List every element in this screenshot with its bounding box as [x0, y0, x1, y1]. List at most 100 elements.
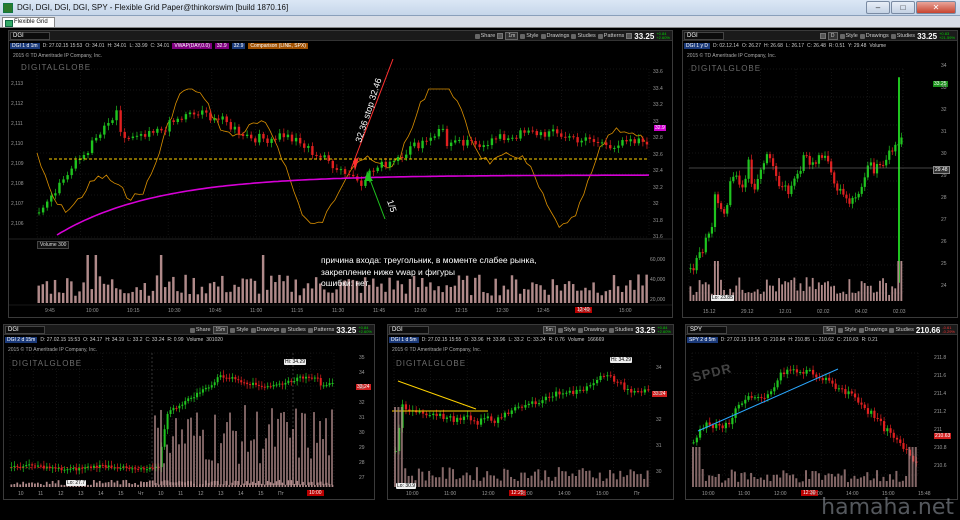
- minimize-button[interactable]: –: [866, 1, 890, 14]
- main-volume-bar: [327, 292, 329, 303]
- spy-volume-bar: [915, 447, 917, 487]
- m5-volume-bar: [507, 470, 509, 487]
- spy-volume-bar: [757, 479, 759, 487]
- m15-price-chart[interactable]: [4, 325, 375, 500]
- m15-candle: [63, 470, 65, 471]
- axis-tick-label: 2,108: [11, 181, 24, 187]
- m5-price-chart[interactable]: [388, 325, 674, 500]
- m15-candle: [308, 377, 310, 378]
- daily-candle: [876, 164, 878, 173]
- spy-candle: [828, 378, 830, 381]
- daily-candle: [790, 186, 792, 194]
- daily-candle: [757, 179, 759, 190]
- spy-candle: [725, 423, 727, 428]
- m5-volume-bar: [643, 479, 645, 487]
- main-volume-bar: [201, 287, 203, 303]
- m5-volume-bar: [445, 479, 447, 487]
- m5-volume-bar: [476, 467, 478, 487]
- spy-volume-bar: [850, 479, 852, 487]
- daily-volume-bar: [790, 280, 792, 301]
- time-cursor-label: 10:00: [307, 490, 324, 496]
- main-candle: [425, 141, 427, 142]
- daily-volume-bar: [803, 291, 805, 301]
- axis-tick-label: 12.01: [779, 309, 792, 315]
- axis-tick-label: 30: [359, 430, 365, 436]
- main-volume-bar: [229, 292, 231, 303]
- daily-price-chart[interactable]: [683, 31, 958, 318]
- spy-candle: [815, 374, 817, 377]
- m15-volume-bar: [11, 484, 13, 487]
- daily-candle: [689, 268, 691, 269]
- axis-tick-label: 211.8: [934, 355, 946, 361]
- m5-volume-bar: [616, 479, 618, 487]
- tab-flexible-grid[interactable]: Flexible Grid: [2, 17, 55, 27]
- daily-candle: [799, 171, 801, 174]
- m15-volume-bar: [220, 443, 222, 485]
- main-candle: [58, 183, 60, 194]
- m15-volume-bar: [25, 484, 27, 487]
- daily-volume-bar: [827, 281, 829, 301]
- m15-volume-bar: [314, 485, 316, 487]
- main-volume-bar: [135, 287, 137, 303]
- m15-volume-bar: [108, 482, 110, 487]
- m5-volume-bar: [418, 469, 420, 487]
- main-candle: [193, 113, 195, 115]
- daily-candle: [796, 174, 798, 179]
- m15-volume-bar: [58, 480, 60, 487]
- main-volume-bar: [172, 277, 174, 303]
- m15-volume-bar: [262, 449, 264, 485]
- axis-tick-label: 15: [118, 491, 124, 497]
- m5-candle: [630, 389, 632, 393]
- axis-tick-label: 9:45: [45, 308, 55, 314]
- m15-candle: [72, 468, 74, 469]
- m5-volume-bar: [486, 471, 488, 487]
- main-candle: [499, 134, 501, 139]
- spy-price-chart[interactable]: [686, 325, 958, 500]
- m15-candle: [31, 464, 33, 465]
- m5-volume-bar: [479, 481, 481, 487]
- m15-volume-bar: [259, 463, 261, 485]
- main-volume-bar: [584, 288, 586, 303]
- main-volume-bar: [62, 293, 64, 303]
- m5-candle: [565, 393, 567, 394]
- main-candle: [291, 135, 293, 142]
- axis-tick-label: 31.8: [653, 218, 663, 224]
- axis-tick-label: 211.6: [934, 373, 946, 379]
- daily-candle: [717, 194, 719, 203]
- m5-volume-bar: [401, 407, 403, 487]
- maximize-button[interactable]: □: [891, 1, 915, 14]
- grid-tab-bar: Flexible Grid: [0, 16, 960, 28]
- m15-volume-bar: [307, 448, 309, 485]
- m15-volume-bar: [305, 485, 307, 487]
- main-candle: [564, 137, 566, 138]
- m5-volume-bar: [421, 472, 423, 487]
- close-button[interactable]: ✕: [916, 1, 956, 14]
- m15-candle: [131, 468, 133, 469]
- main-volume-bar: [180, 293, 182, 303]
- m15-candle: [152, 468, 154, 469]
- main-candle: [352, 175, 354, 176]
- daily-candle: [738, 176, 740, 185]
- main-candle: [625, 140, 627, 141]
- m5-volume-bar: [636, 474, 638, 487]
- main-candle: [381, 162, 383, 168]
- m15-volume-bar: [122, 480, 124, 487]
- main-candle: [258, 134, 260, 143]
- main-candle: [646, 142, 648, 145]
- spy-volume-bar: [895, 471, 897, 487]
- main-candle: [111, 120, 113, 123]
- daily-candle: [867, 166, 869, 178]
- daily-volume-bar: [879, 281, 881, 301]
- main-volume-bar: [295, 280, 297, 303]
- daily-volume-bar: [781, 284, 783, 301]
- m15-candle: [140, 468, 142, 469]
- main-candle: [332, 161, 334, 168]
- spy-volume-bar: [879, 481, 881, 487]
- m5-volume-bar: [565, 471, 567, 487]
- daily-candle: [748, 160, 750, 179]
- axis-tick-label: 12:00: [774, 491, 787, 497]
- m15-candle: [246, 383, 248, 384]
- m15-volume-bar: [184, 444, 186, 485]
- main-volume-bar: [405, 294, 407, 303]
- m5-candle: [456, 418, 458, 422]
